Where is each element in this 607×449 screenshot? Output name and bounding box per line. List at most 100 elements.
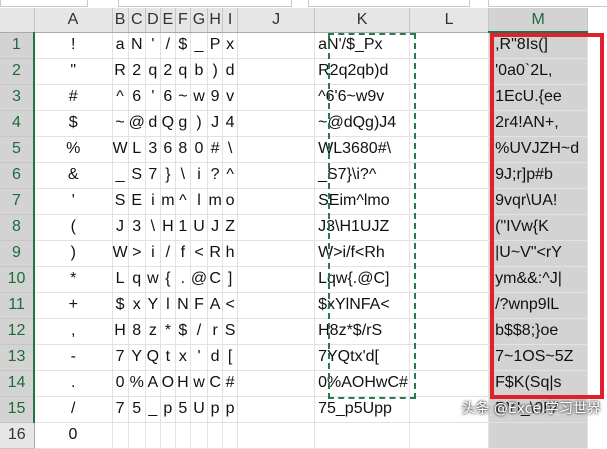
- cell-l[interactable]: [409, 136, 490, 163]
- cell-k[interactable]: _S7}\i?^: [314, 162, 411, 189]
- cell-m[interactable]: F$K(Sq|s: [488, 370, 589, 397]
- cell-b[interactable]: _: [112, 162, 129, 189]
- cell-e[interactable]: {: [160, 266, 176, 293]
- cell-a[interactable]: $: [34, 110, 113, 137]
- cell-c[interactable]: Y: [128, 344, 146, 371]
- cell-j[interactable]: [237, 32, 316, 59]
- name-box-edge[interactable]: [0, 0, 88, 7]
- cell-k[interactable]: Lqw{.@C]: [314, 266, 411, 293]
- cell-h[interactable]: 9: [207, 84, 224, 111]
- cell-a[interactable]: *: [34, 266, 113, 293]
- cell-c[interactable]: q: [128, 266, 146, 293]
- cell-m[interactable]: ("IVw{K: [488, 214, 589, 241]
- cell-c[interactable]: %: [128, 370, 146, 397]
- cell-j[interactable]: [237, 344, 316, 371]
- row-header[interactable]: 13: [0, 344, 35, 371]
- formula-input-edge-3[interactable]: [488, 0, 607, 7]
- cell-k[interactable]: SEim^lmo: [314, 188, 411, 215]
- cell-c[interactable]: 6: [128, 84, 146, 111]
- cell-f[interactable]: 5: [175, 396, 191, 423]
- cell-e[interactable]: t: [160, 344, 176, 371]
- cell-c[interactable]: 8: [128, 318, 146, 345]
- cell-h[interactable]: ): [207, 58, 224, 85]
- cell-d[interactable]: ': [145, 32, 161, 59]
- cell-l[interactable]: [409, 240, 490, 267]
- cell-f[interactable]: 8: [175, 136, 191, 163]
- cell-a[interactable]: %: [34, 136, 113, 163]
- cell-h[interactable]: ?: [207, 162, 224, 189]
- cell-h[interactable]: r: [207, 318, 224, 345]
- cell-f[interactable]: .: [175, 266, 191, 293]
- cell-j[interactable]: [237, 422, 316, 449]
- cell-i[interactable]: x: [222, 32, 239, 59]
- cell-j[interactable]: [237, 266, 316, 293]
- column-header-m[interactable]: M: [488, 8, 589, 33]
- cell-m[interactable]: b$$8;}oe: [488, 318, 589, 345]
- cell-d[interactable]: \: [145, 214, 161, 241]
- cell-m[interactable]: '0a0`2L,: [488, 58, 589, 85]
- cell-g[interactable]: <: [190, 240, 209, 267]
- cell-l[interactable]: [409, 188, 490, 215]
- cell-g[interactable]: ): [190, 110, 209, 137]
- cell-f[interactable]: x: [175, 344, 191, 371]
- cell-j[interactable]: [237, 292, 316, 319]
- cell-a[interactable]: -: [34, 344, 113, 371]
- cell-h[interactable]: J: [207, 214, 224, 241]
- cell-d[interactable]: Q: [145, 344, 161, 371]
- cell-m[interactable]: ym&&:^J|: [488, 266, 589, 293]
- cell-m[interactable]: /?wnp9lL: [488, 292, 589, 319]
- column-header-j[interactable]: J: [237, 8, 316, 33]
- row-header[interactable]: 10: [0, 266, 35, 293]
- cell-l[interactable]: [409, 422, 490, 449]
- cell-b[interactable]: W: [112, 240, 129, 267]
- cell-h[interactable]: m: [207, 188, 224, 215]
- cell-d[interactable]: i: [145, 188, 161, 215]
- cell-i[interactable]: S: [222, 318, 239, 345]
- cell-j[interactable]: [237, 162, 316, 189]
- cell-k[interactable]: aN'/$_Px: [314, 32, 411, 59]
- cell-b[interactable]: a: [112, 32, 129, 59]
- cell-b[interactable]: L: [112, 266, 129, 293]
- cell-a[interactable]: #: [34, 84, 113, 111]
- cell-i[interactable]: h: [222, 240, 239, 267]
- row-header[interactable]: 3: [0, 84, 35, 111]
- cell-e[interactable]: 6: [160, 136, 176, 163]
- cell-k[interactable]: W>i/f<Rh: [314, 240, 411, 267]
- cell-e[interactable]: [160, 422, 176, 449]
- cell-a[interactable]: ': [34, 188, 113, 215]
- cell-e[interactable]: H: [160, 214, 176, 241]
- column-header-i[interactable]: I: [222, 8, 239, 33]
- row-header[interactable]: 8: [0, 214, 35, 241]
- cell-f[interactable]: $: [175, 318, 191, 345]
- cell-a[interactable]: .: [34, 370, 113, 397]
- cell-c[interactable]: [128, 422, 146, 449]
- row-header[interactable]: 16: [0, 422, 35, 449]
- formula-input-edge-2[interactable]: [308, 0, 470, 7]
- cell-g[interactable]: b: [190, 58, 209, 85]
- cell-a[interactable]: (: [34, 214, 113, 241]
- cell-c[interactable]: N: [128, 32, 146, 59]
- cell-f[interactable]: f: [175, 240, 191, 267]
- cell-l[interactable]: [409, 370, 490, 397]
- cell-j[interactable]: [237, 396, 316, 423]
- column-header-l[interactable]: L: [409, 8, 490, 33]
- cell-k[interactable]: R2q2qb)d: [314, 58, 411, 85]
- cell-f[interactable]: H: [175, 370, 191, 397]
- cell-m[interactable]: ,R"8Is(]: [488, 32, 589, 59]
- cell-i[interactable]: Z: [222, 214, 239, 241]
- cell-g[interactable]: 0: [190, 136, 209, 163]
- cell-f[interactable]: ^: [175, 188, 191, 215]
- cell-f[interactable]: 1: [175, 214, 191, 241]
- cell-e[interactable]: *: [160, 318, 176, 345]
- cell-a[interactable]: /: [34, 396, 113, 423]
- cell-c[interactable]: @: [128, 110, 146, 137]
- cell-l[interactable]: [409, 318, 490, 345]
- cell-e[interactable]: /: [160, 240, 176, 267]
- cell-g[interactable]: /: [190, 318, 209, 345]
- cell-h[interactable]: [207, 422, 224, 449]
- column-header-g[interactable]: G: [190, 8, 209, 33]
- cell-g[interactable]: U: [190, 214, 209, 241]
- cell-d[interactable]: 7: [145, 162, 161, 189]
- cell-m[interactable]: 7~1OS~5Z: [488, 344, 589, 371]
- cell-d[interactable]: ': [145, 84, 161, 111]
